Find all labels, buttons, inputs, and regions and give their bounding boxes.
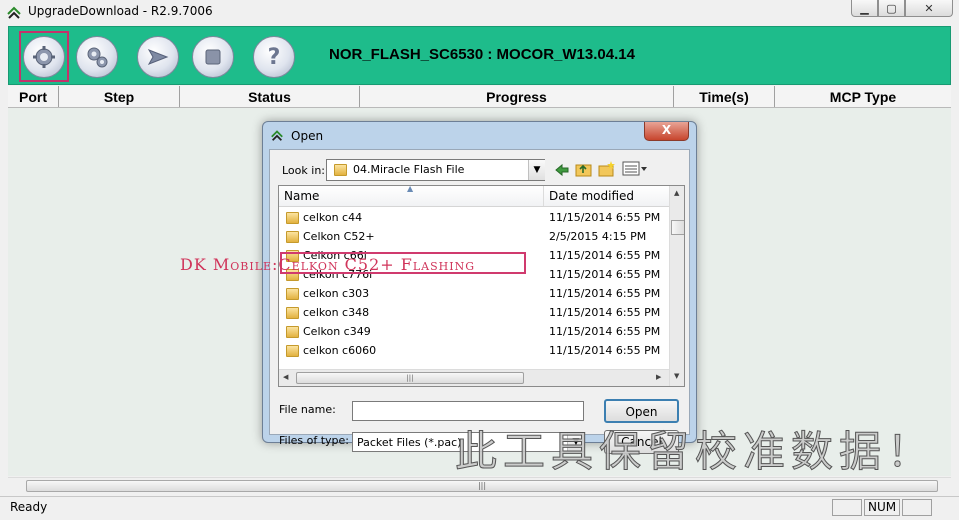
file-list-vertical-scrollbar[interactable]: ▲ ▼ [669, 186, 684, 386]
stop-icon [205, 49, 221, 65]
help-icon: ? [267, 44, 281, 70]
file-row[interactable]: celkon c303 11/15/2014 6:55 PM [279, 285, 669, 304]
file-list[interactable]: Name ▲ Date modified celkon c44 11/15/20… [278, 185, 685, 387]
files-of-type-value: Packet Files (*.pac) [357, 436, 462, 449]
project-title: NOR_FLASH_SC6530 : MOCOR_W13.04.14 [329, 46, 635, 63]
file-date: 11/15/2014 6:55 PM [549, 306, 661, 319]
scrollbar-thumb[interactable]: ||| [296, 372, 524, 384]
file-list-horizontal-scrollbar[interactable]: ◀ ||| ▶ [279, 369, 669, 386]
file-name: Celkon C52+ [303, 230, 375, 243]
stop-button[interactable] [192, 36, 234, 78]
play-arrow-icon [147, 49, 169, 65]
minimize-button[interactable]: ▁ [851, 0, 878, 17]
file-date: 11/15/2014 6:55 PM [549, 249, 661, 262]
folder-icon [286, 345, 299, 357]
num-lock-indicator: NUM [864, 499, 900, 516]
file-name: celkon c6060 [303, 344, 377, 357]
column-date-modified[interactable]: Date modified [544, 186, 669, 206]
file-date: 11/15/2014 6:55 PM [549, 268, 661, 281]
look-in-value: 04.Miracle Flash File [353, 163, 465, 176]
scrollbar-thumb[interactable]: ||| [26, 480, 938, 492]
scroll-left-icon[interactable]: ◀ [283, 373, 288, 381]
app-icon [7, 6, 21, 19]
app-icon [271, 130, 283, 141]
status-panel-empty-2 [902, 499, 932, 516]
status-text: Ready [10, 500, 48, 514]
file-row[interactable]: Celkon c349 11/15/2014 6:55 PM [279, 323, 669, 342]
close-button[interactable]: ✕ [905, 0, 953, 17]
dialog-title: Open [291, 129, 324, 143]
look-in-label: Look in: [282, 164, 325, 177]
chevron-down-icon[interactable]: ▼ [528, 160, 545, 180]
file-row[interactable]: celkon c44 11/15/2014 6:55 PM [279, 209, 669, 228]
column-status[interactable]: Status [180, 86, 360, 107]
file-name: Celkon c349 [303, 325, 371, 338]
file-list-header: Name ▲ Date modified [279, 186, 669, 207]
gears-icon [87, 47, 108, 68]
file-date: 11/15/2014 6:55 PM [549, 211, 661, 224]
maximize-icon: ▢ [886, 1, 897, 15]
file-date: 2/5/2015 4:15 PM [549, 230, 647, 243]
scroll-right-icon[interactable]: ▶ [656, 373, 661, 381]
look-in-dropdown[interactable]: 04.Miracle Flash File ▼ [326, 159, 545, 181]
chinese-overlay-text: 此工具保留校准数据！ [454, 427, 936, 477]
load-packet-button[interactable] [23, 36, 65, 78]
column-mcp-type[interactable]: MCP Type [775, 86, 951, 107]
dialog-close-button[interactable]: X [644, 122, 689, 141]
help-button[interactable]: ? [253, 36, 295, 78]
file-name: celkon c348 [303, 306, 370, 319]
column-time[interactable]: Time(s) [674, 86, 775, 107]
file-name-label: File name: [279, 403, 336, 416]
file-name: celkon c44 [303, 211, 363, 224]
back-arrow-icon[interactable] [554, 162, 570, 178]
toolbar: ? NOR_FLASH_SC6530 : MOCOR_W13.04.14 [8, 26, 951, 85]
column-progress[interactable]: Progress [360, 86, 674, 107]
up-folder-icon[interactable] [575, 161, 593, 178]
files-of-type-label: Files of type: [279, 434, 350, 447]
scrollbar-thumb[interactable] [671, 220, 684, 235]
new-folder-icon[interactable] [598, 160, 616, 178]
column-port[interactable]: Port [8, 86, 59, 107]
port-list-header: Port Step Status Progress Time(s) MCP Ty… [8, 86, 951, 108]
sort-arrow-icon: ▲ [407, 185, 414, 193]
column-step[interactable]: Step [59, 86, 180, 107]
close-icon: X [661, 123, 672, 137]
folder-icon [286, 212, 299, 224]
file-row[interactable]: celkon c348 11/15/2014 6:55 PM [279, 304, 669, 323]
folder-icon [286, 288, 299, 300]
file-name: celkon c303 [303, 287, 370, 300]
status-panel-empty [832, 499, 862, 516]
window-title: UpgradeDownload - R2.9.7006 [28, 4, 213, 18]
scroll-up-icon[interactable]: ▲ [674, 189, 679, 197]
open-dialog: Open X Look in: 04.Miracle Flash File ▼ [262, 121, 697, 454]
gear-icon [33, 46, 55, 68]
settings-button[interactable] [76, 36, 118, 78]
watermark-text: DK Mobile:Celkon C52+ Flashing [180, 255, 475, 274]
status-bar: Ready NUM [0, 496, 959, 520]
file-date: 11/15/2014 6:55 PM [549, 325, 661, 338]
file-date: 11/15/2014 6:55 PM [549, 287, 661, 300]
minimize-icon: ▁ [860, 1, 869, 15]
folder-icon [334, 164, 347, 176]
folder-icon [286, 231, 299, 243]
dialog-body: Look in: 04.Miracle Flash File ▼ Name ▲ [269, 149, 690, 454]
title-bar: UpgradeDownload - R2.9.7006 ▁ ▢ ✕ [0, 0, 959, 24]
scroll-down-icon[interactable]: ▼ [674, 372, 679, 380]
view-menu-icon[interactable] [622, 161, 648, 177]
start-download-button[interactable] [137, 36, 179, 78]
close-icon: ✕ [924, 1, 934, 15]
file-row[interactable]: Celkon C52+ 2/5/2015 4:15 PM [279, 228, 669, 247]
maximize-button[interactable]: ▢ [878, 0, 905, 17]
horizontal-scrollbar[interactable]: ||| [8, 477, 951, 495]
file-row[interactable]: celkon c6060 11/15/2014 6:55 PM [279, 342, 669, 361]
folder-icon [286, 326, 299, 338]
folder-icon [286, 307, 299, 319]
file-date: 11/15/2014 6:55 PM [549, 344, 661, 357]
